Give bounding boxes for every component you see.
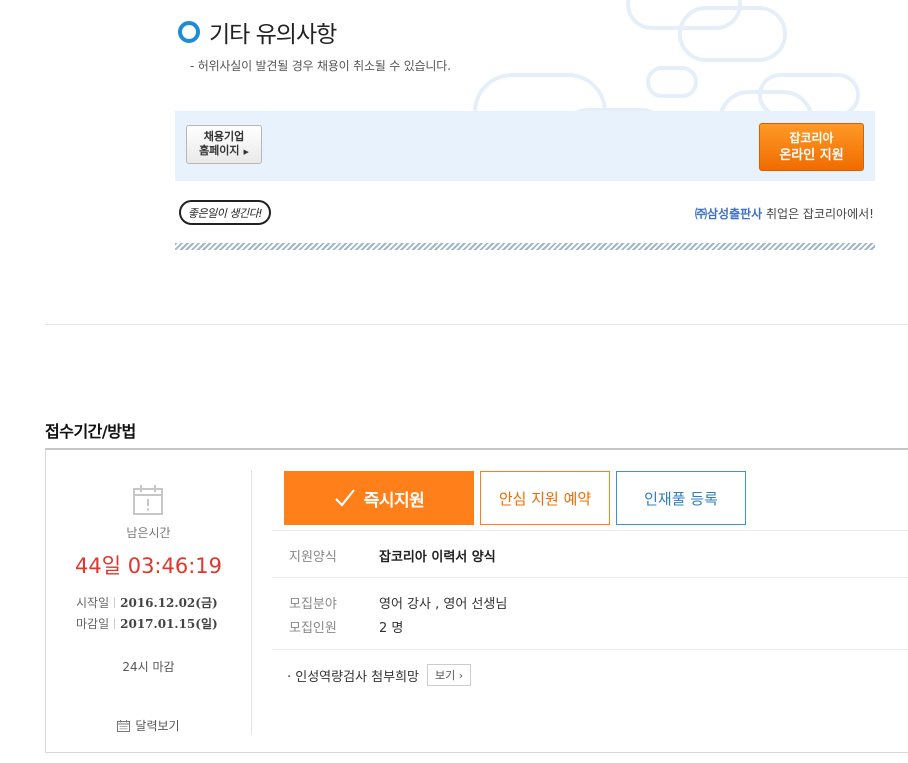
online-apply-button[interactable]: 잡코리아 온라인 지원 (759, 123, 864, 171)
form-row: 지원양식 잡코리아 이력서 양식 (289, 546, 496, 565)
homepage-button-line2: 홈페이지 (199, 144, 240, 157)
notice-heading: 기타 유의사항 (178, 15, 337, 49)
online-apply-line2: 온라인 지원 (779, 148, 844, 163)
field-label: 모집분야 (289, 597, 337, 612)
good-things-sticker: 좋은일이 생긴다! (179, 200, 271, 225)
notice-title: 기타 유의사항 (209, 22, 337, 48)
view-button-label: 보기 (435, 669, 456, 682)
notice-text: - 허위사실이 발견될 경우 채용이 취소될 수 있습니다. (190, 59, 451, 73)
section-title: 접수기간/방법 (45, 422, 136, 441)
deadline-note: 24시 마감 (122, 660, 175, 674)
company-name: ㈜삼성출판사 (694, 207, 763, 221)
apply-now-button[interactable]: 즉시지원 (284, 471, 474, 525)
calendar-view-link[interactable]: 달력보기 (46, 717, 251, 734)
end-date-row: 마감일 2017.01.15(일) (76, 615, 218, 632)
count-value: 2 명 (379, 621, 404, 636)
countdown-days: 44일 (74, 554, 122, 578)
checkmark-icon (334, 489, 355, 507)
small-calendar-icon (117, 719, 131, 732)
homepage-button-line1: 채용기업 (203, 130, 245, 143)
stripe-divider (175, 243, 875, 250)
form-value: 잡코리아 이력서 양식 (379, 550, 496, 565)
end-date-label: 마감일 (76, 617, 110, 631)
slogan: ㈜삼성출판사 취업은 잡코리아에서! (695, 205, 874, 222)
period-column: 남은시간 44일 03:46:19 시작일 2016.12.02(금) 마감일 … (46, 450, 251, 752)
row-divider (272, 649, 908, 650)
row-divider (272, 577, 908, 578)
count-row: 모집인원 2 명 (289, 617, 403, 636)
personality-test-row: · 인성역량검사 첨부희망 보기 › (287, 664, 472, 686)
slogan-suffix: 취업은 잡코리아에서! (762, 207, 874, 221)
apply-now-label: 즉시지원 (363, 490, 425, 511)
circle-bullet-icon (178, 21, 200, 43)
countdown-time: 03:46:19 (127, 554, 223, 578)
chevron-right-icon: › (458, 668, 464, 682)
end-date-value: 2017.01.15(일) (120, 617, 218, 631)
start-date-label: 시작일 (76, 596, 110, 610)
reserve-apply-button[interactable]: 안심 지원 예약 (480, 471, 610, 525)
form-label: 지원양식 (289, 550, 337, 565)
company-homepage-button[interactable]: 채용기업 홈페이지 ▶ (186, 125, 262, 164)
row-divider (272, 530, 908, 531)
start-date-value: 2016.12.02(금) (120, 596, 218, 610)
personality-test-text: · 인성역량검사 첨부희망 (287, 669, 419, 685)
talent-pool-button[interactable]: 인재풀 등록 (616, 471, 746, 525)
remaining-time-label: 남은시간 (126, 526, 171, 540)
section-divider (45, 324, 908, 325)
column-divider (251, 470, 252, 735)
field-row: 모집분야 영어 강사 , 영어 선생님 (289, 593, 507, 612)
apply-bar: 채용기업 홈페이지 ▶ 잡코리아 온라인 지원 (175, 111, 875, 181)
calendar-link-label: 달력보기 (135, 719, 180, 733)
count-label: 모집인원 (289, 621, 337, 636)
calendar-icon (133, 485, 163, 515)
start-date-row: 시작일 2016.12.02(금) (76, 594, 218, 611)
field-value: 영어 강사 , 영어 선생님 (379, 597, 508, 612)
online-apply-line1: 잡코리아 (789, 131, 834, 145)
application-panel: 남은시간 44일 03:46:19 시작일 2016.12.02(금) 마감일 … (45, 448, 908, 753)
view-button[interactable]: 보기 › (427, 664, 472, 686)
countdown: 44일 03:46:19 (46, 550, 251, 580)
play-arrow-icon: ▶ (243, 148, 249, 156)
